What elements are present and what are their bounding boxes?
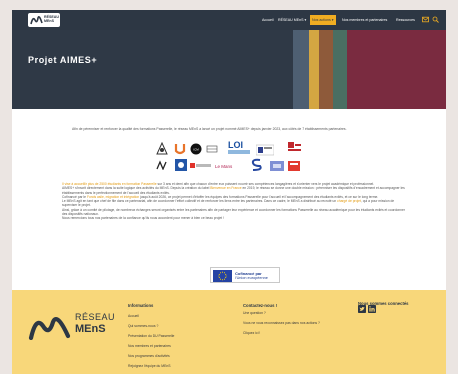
- partner-logo-8: [156, 160, 167, 170]
- svg-text:Le Mans: Le Mans: [215, 164, 233, 169]
- footer-link-actions[interactable]: Vous ne vous reconnaissez pas dans nos a…: [243, 321, 333, 325]
- footer-link-programmes[interactable]: Nos programmes d'activités: [128, 354, 170, 358]
- nav-membres-partenaires[interactable]: Nos membres et partenaires: [342, 15, 387, 25]
- footer-link-question[interactable]: Une question ?: [243, 311, 266, 315]
- link-charge-de-projet[interactable]: chargé de projet: [337, 199, 361, 203]
- nav-reseau-mens[interactable]: RÉSEAU MEnS ▾: [278, 15, 306, 25]
- eu-badge-line2: l'Union européenne: [235, 276, 268, 280]
- footer-info-title: Informations: [128, 303, 154, 308]
- logo-text: RÉSEAU MEnS: [44, 15, 59, 23]
- paragraph-4: Le MEnS agit en tant que chef de file da…: [62, 199, 407, 208]
- partner-logo-6: [256, 144, 274, 156]
- hero-banner: Projet AIMES+: [12, 30, 446, 109]
- hero-stripe: [347, 30, 446, 109]
- body-text: Le MEnS agit en tant que chef de file da…: [62, 199, 338, 204]
- page-title: Projet AIMES+: [28, 55, 98, 65]
- eu-cofunding-badge: Cofinancé par l'Union européenne: [210, 267, 280, 283]
- svg-text:ICM: ICM: [193, 148, 199, 152]
- linkedin-icon[interactable]: [368, 305, 376, 313]
- hero-stripe: [293, 30, 309, 109]
- mail-icon[interactable]: [422, 16, 429, 23]
- footer-link-du-passerelle[interactable]: Présentation du DU Passerelle: [128, 334, 174, 338]
- partner-logo-14: [288, 161, 300, 171]
- partner-logo-12: [251, 158, 262, 171]
- project-description: Il vise à accueillir plus de 2500 étudia…: [62, 182, 407, 221]
- search-icon[interactable]: [432, 16, 439, 23]
- footer-link-accueil[interactable]: Accueil: [128, 314, 139, 318]
- paragraph-2: AIMES+ s'inscrit directement dans la sui…: [62, 186, 407, 195]
- hero-stripe: [333, 30, 347, 109]
- top-navigation: RÉSEAU MEnS Accueil RÉSEAU MEnS ▾ Nos ac…: [12, 10, 446, 30]
- partner-logo-10: [190, 163, 211, 168]
- hero-stripe: [309, 30, 319, 109]
- site-logo[interactable]: RÉSEAU MEnS: [28, 13, 60, 27]
- partner-logo-11: Le Mans: [214, 161, 238, 171]
- partner-logo-1: [156, 142, 168, 155]
- partner-logo-4: [206, 145, 218, 153]
- partner-logo-2: [174, 144, 186, 155]
- footer-brand-line2: MEnS: [75, 323, 106, 335]
- mens-logo-icon: [30, 16, 43, 25]
- partner-logos: ICM LOI Le Mans: [152, 140, 312, 174]
- hero-stripe: [319, 30, 333, 109]
- footer-link-membres[interactable]: Nos membres et partenaires: [128, 344, 171, 348]
- partner-logo-7: [288, 142, 301, 151]
- partner-logo-9: [175, 159, 187, 171]
- twitter-icon[interactable]: [358, 305, 366, 313]
- footer-brand-line1: RÉSEAU: [75, 312, 116, 322]
- mens-logo-icon: [28, 317, 71, 340]
- footer-contact-title: Contactez-nous !: [243, 303, 277, 308]
- site-footer: RÉSEAU MEnS Informations Accueil Qui som…: [12, 290, 446, 374]
- nav-accueil[interactable]: Accueil: [262, 15, 274, 25]
- footer-link-cliquez-ici[interactable]: Cliquez ici !: [243, 331, 260, 335]
- paragraph-6: Nous remercions tous nos partenaires de …: [62, 216, 407, 220]
- nav-ressources[interactable]: Ressources: [396, 15, 415, 25]
- browser-viewport: RÉSEAU MEnS Accueil RÉSEAU MEnS ▾ Nos ac…: [12, 10, 446, 374]
- link-bienvenue-en-france[interactable]: Bienvenue en France: [210, 186, 241, 190]
- nav-nos-actions[interactable]: Nos actions ▾: [310, 15, 336, 25]
- footer-link-rejoignez[interactable]: Rejoignez l'équipe du MEnS: [128, 364, 171, 368]
- partner-logo-3: ICM: [190, 143, 202, 155]
- partner-logo-5b: [228, 150, 250, 154]
- body-text: Ainsi, grâce à un comité de pilotage, de…: [62, 207, 405, 217]
- intro-text: Afin de pérenniser et renforcer la quali…: [72, 127, 347, 131]
- footer-link-qui-sommes-nous[interactable]: Qui sommes-nous ?: [128, 324, 158, 328]
- partner-logo-13: [270, 161, 284, 171]
- body-text: Nous remercions tous nos partenaires de …: [62, 216, 224, 221]
- eu-flag-icon: [213, 270, 232, 282]
- paragraph-5: Ainsi, grâce à un comité de pilotage, de…: [62, 208, 407, 217]
